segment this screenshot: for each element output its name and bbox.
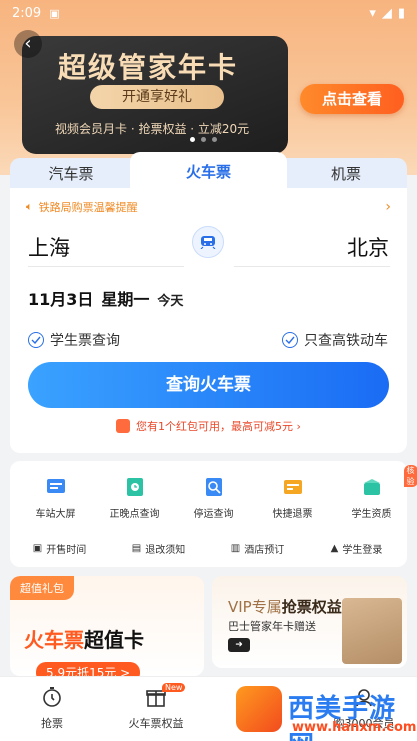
link-change-rules[interactable]: ▤ 退改须知 — [109, 541, 208, 556]
banner-cta-button[interactable]: 点击查看 — [300, 84, 404, 114]
vip-title: VIP专属抢票权益 — [228, 596, 342, 617]
promo-title: 火车票超值卡 — [24, 624, 144, 653]
tool-label: 学生资质 — [351, 509, 392, 520]
pagination-dot — [190, 137, 195, 142]
vip-title-b: 抢票权益 — [281, 598, 342, 616]
back-button[interactable]: ‹ — [14, 30, 42, 58]
banner-perks: 视频会员月卡 · 抢票权益 · 立减20元 — [55, 122, 250, 136]
refund-icon — [281, 475, 305, 499]
promo-vip-card[interactable]: VIP专属抢票权益 巴士管家年卡赠送 ➜ — [212, 576, 407, 668]
new-badge: New — [162, 683, 186, 692]
quick-links: ▣ 开售时间 ▤ 退改须知 ▥ 酒店预订 ▲ 学生登录 — [10, 541, 407, 556]
top-banner[interactable]: 超级管家年卡 开通享好礼 视频会员月卡 · 抢票权益 · 立减20元 点击查看 — [0, 0, 417, 175]
coupon-notice[interactable]: 您有1个红包可用，最高可减5元 › — [10, 418, 407, 434]
delay-query-icon — [123, 475, 147, 499]
promo-value-card[interactable]: 超值礼包 火车票超值卡 5.9元抵15元 > — [10, 576, 204, 676]
student-cert-icon: 核验 — [360, 465, 417, 499]
tool-station-screen[interactable]: 车站大屏 — [16, 475, 95, 520]
link-student-login[interactable]: ▲ 学生登录 — [307, 541, 406, 556]
ticket-type-tabs: 汽车票 机票 火车票 — [10, 152, 407, 192]
gift-box-image — [342, 598, 402, 664]
document-icon: ▤ — [131, 543, 142, 554]
link-label: 学生登录 — [342, 545, 383, 556]
day-tag: 今天 — [157, 294, 184, 309]
coupon-text: 您有1个红包可用，最高可减5元 › — [136, 420, 301, 433]
student-ticket-option[interactable]: 学生票查询 — [28, 330, 120, 350]
speaker-icon: 🔈︎ — [26, 200, 33, 213]
date-picker[interactable]: 11月3日 星期一 今天 — [28, 286, 183, 310]
vip-title-a: VIP专属 — [228, 598, 282, 616]
graduation-cap-icon: ▲ — [330, 543, 339, 554]
date-value: 11月3日 — [28, 290, 94, 309]
pagination-dot — [212, 137, 217, 142]
promo-tag: 超值礼包 — [10, 576, 74, 600]
weekday-value: 星期一 — [101, 290, 150, 309]
arrow-right-icon: ➜ — [228, 638, 250, 652]
tab-bus[interactable]: 汽车票 — [10, 158, 132, 190]
tool-student-cert[interactable]: 核验 学生资质 — [332, 465, 417, 520]
promo-title-a: 火车票 — [24, 628, 84, 652]
swap-cities-button[interactable] — [192, 226, 224, 258]
divider — [28, 266, 184, 267]
battery-icon: ▮ — [397, 5, 405, 21]
link-sale-time[interactable]: ▣ 开售时间 — [10, 541, 109, 556]
notice-bar[interactable]: 🔈︎ 铁路局购票温馨提醒 › — [26, 198, 391, 216]
notification-icon: ▣ — [49, 6, 60, 20]
nav-label: 抢票 — [41, 717, 63, 730]
to-city[interactable]: 北京 — [347, 232, 389, 262]
tools-card: 车站大屏 正晚点查询 停运查询 快捷退票 核验 学生资质 ▣ 开售时间 ▤ 退改 — [10, 461, 417, 567]
link-label: 开售时间 — [46, 545, 87, 556]
site-watermark: 西美手游网 www.hanxm.com — [236, 686, 417, 741]
signal-icon: ◢ — [381, 5, 392, 21]
from-city[interactable]: 上海 — [28, 232, 70, 262]
tool-label: 车站大屏 — [35, 509, 76, 520]
vip-subtitle: 巴士管家年卡赠送 — [228, 620, 316, 633]
tool-delay-query[interactable]: 正晚点查询 — [95, 475, 174, 520]
watermark-url: www.hanxm.com — [292, 720, 417, 735]
suspension-query-icon — [202, 475, 226, 499]
tool-quick-refund[interactable]: 快捷退票 — [253, 475, 332, 520]
check-circle-icon — [282, 332, 298, 348]
banner-pagination — [190, 137, 217, 142]
notice-text: 铁路局购票温馨提醒 — [38, 201, 138, 214]
divider — [234, 266, 390, 267]
wifi-icon: ▾ — [369, 5, 376, 21]
check-circle-icon — [28, 332, 44, 348]
station-screen-icon — [44, 475, 68, 499]
hotel-icon: ▥ — [230, 543, 241, 554]
calendar-icon: ▣ — [32, 543, 43, 554]
chevron-right-icon: › — [385, 199, 391, 215]
stopwatch-icon — [40, 685, 64, 709]
search-trains-button[interactable]: 查询火车票 — [28, 362, 389, 408]
nav-train-benefits[interactable]: New 火车票权益 — [104, 683, 208, 731]
booking-card: 🔈︎ 铁路局购票温馨提醒 › 上海 北京 11月3日 星期一 今天 学生票查询 … — [10, 188, 407, 453]
nav-grab-tickets[interactable]: 抢票 — [0, 685, 104, 731]
link-label: 酒店预订 — [244, 545, 285, 556]
tab-flight[interactable]: 机票 — [285, 158, 407, 190]
train-icon — [200, 236, 216, 249]
link-hotel-booking[interactable]: ▥ 酒店预订 — [208, 541, 307, 556]
promo-title-b: 超值卡 — [84, 628, 144, 652]
tab-train[interactable]: 火车票 — [130, 152, 287, 192]
link-label: 退改须知 — [145, 545, 186, 556]
option-label: 只查高铁动车 — [304, 333, 388, 349]
highspeed-only-option[interactable]: 只查高铁动车 — [282, 330, 388, 350]
tool-label: 快捷退票 — [272, 509, 313, 520]
option-label: 学生票查询 — [50, 333, 120, 349]
tool-label: 正晚点查询 — [109, 509, 160, 520]
banner-title: 超级管家年卡 — [58, 51, 239, 84]
banner-subtitle: 开通享好礼 — [90, 85, 224, 109]
status-bar: 2:09 ▣ ▾ ◢ ▮ — [0, 0, 417, 26]
tool-suspension-query[interactable]: 停运查询 — [174, 475, 253, 520]
tool-label: 停运查询 — [193, 509, 234, 520]
promo-price: 5.9元抵15元 > — [36, 662, 141, 676]
verify-badge: 核验 — [403, 465, 417, 487]
red-packet-icon — [116, 419, 131, 433]
status-time: 2:09 — [12, 5, 42, 21]
watermark-logo-icon — [236, 686, 282, 732]
nav-label: 火车票权益 — [128, 717, 184, 730]
pagination-dot — [201, 137, 206, 142]
